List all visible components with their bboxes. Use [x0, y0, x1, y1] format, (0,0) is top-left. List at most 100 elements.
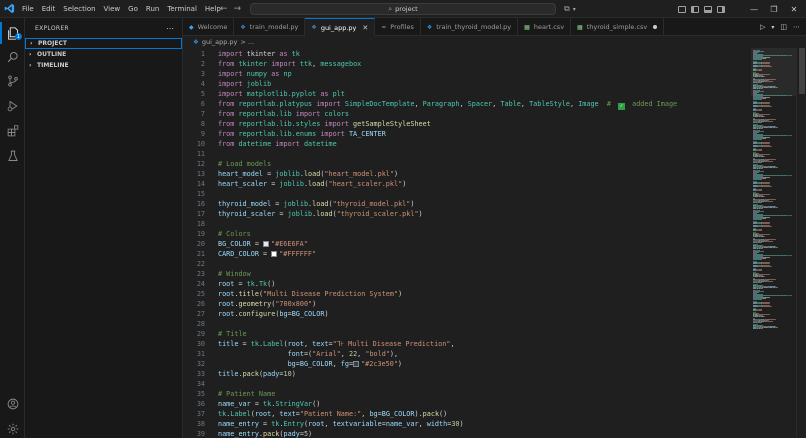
testing-icon[interactable]: [0, 145, 25, 167]
split-editor-icon[interactable]: ◫: [780, 23, 787, 31]
code-token: load: [312, 200, 329, 208]
run-debug-icon[interactable]: [0, 95, 25, 117]
more-actions-icon[interactable]: ⋯: [166, 24, 174, 33]
minimap-segment: [769, 223, 770, 224]
minimap-segment: [764, 186, 771, 187]
tab-train-thyroid-model-py[interactable]: ❖ train_thyroid_model.py: [421, 18, 519, 36]
tab-thyroid-simple-csv[interactable]: ▦ thyroid_simple.csv: [571, 18, 665, 36]
code-token: load: [316, 210, 333, 218]
editor-scrollbar[interactable]: [796, 48, 806, 438]
line-number: 4: [200, 80, 205, 88]
minimap-segment: [775, 119, 776, 120]
more-actions-icon[interactable]: ⋯: [793, 23, 800, 31]
close-icon[interactable]: ✕: [362, 24, 368, 32]
tab-profiles[interactable]: ≈ Profiles: [375, 18, 421, 36]
minimap[interactable]: [751, 48, 796, 438]
color-swatch[interactable]: [263, 241, 270, 247]
line-source: from tkinter import ttk, messagebox: [218, 59, 361, 69]
color-swatch[interactable]: [271, 251, 278, 257]
code-line: 28: [183, 319, 751, 329]
code-line: 31 font=("Arial", 22, "bold"),: [183, 349, 751, 359]
account-icon[interactable]: [0, 393, 25, 415]
minimap-segment: [758, 252, 759, 253]
tab-label: thyroid_simple.csv: [586, 23, 648, 31]
menu-item-go[interactable]: Go: [124, 0, 142, 18]
tab-gui-app-py[interactable]: ❖ gui_app.py ✕: [305, 18, 376, 36]
minimap-segment: [762, 288, 763, 289]
minimize-icon[interactable]: —: [744, 5, 764, 14]
line-source: root = tk.Tk(): [218, 279, 275, 289]
tab-welcome[interactable]: ◆ Welcome: [183, 18, 235, 36]
settings-gear-icon[interactable]: [0, 418, 25, 438]
csv-icon: ▦: [524, 23, 530, 31]
customize-layout-icon[interactable]: [678, 5, 686, 13]
minimap-segment: [763, 298, 766, 299]
unsaved-dot-icon[interactable]: [653, 25, 658, 29]
section-label: TIMELINE: [37, 62, 69, 69]
breadcrumb-rest[interactable]: > ...: [240, 38, 254, 46]
toggle-secondary-sidebar-icon[interactable]: [717, 5, 725, 13]
menu-item-selection[interactable]: Selection: [59, 0, 99, 18]
color-swatch[interactable]: [353, 361, 360, 367]
menu-item-file[interactable]: File: [18, 0, 38, 18]
menu-item-view[interactable]: View: [100, 0, 125, 18]
code-line: 39 name_entry.pack(pady=5): [183, 429, 751, 438]
close-window-icon[interactable]: ✕: [784, 5, 804, 14]
tab-heart-csv[interactable]: ▦ heart.csv: [518, 18, 572, 36]
minimap-segment: [764, 236, 765, 237]
python-icon: ❖: [240, 23, 246, 31]
line-source: # Window: [218, 269, 251, 279]
minimap-segment: [763, 258, 766, 259]
toggle-panel-icon[interactable]: [704, 5, 712, 13]
profiles-icon: ≈: [381, 23, 387, 31]
line-number: 35: [196, 390, 205, 398]
tab-train-model-py[interactable]: ❖ train_model.py: [234, 18, 306, 36]
section-outline[interactable]: › OUTLINE: [25, 49, 182, 60]
line-number: 15: [196, 190, 205, 198]
source-control-icon[interactable]: [0, 70, 25, 92]
minimap-segment: [758, 92, 759, 93]
minimap-segment: [775, 79, 776, 80]
explorer-icon[interactable]: 1: [0, 22, 25, 44]
minimap-segment: [759, 190, 762, 191]
forward-arrow-icon[interactable]: →: [234, 4, 242, 14]
menu-item-terminal[interactable]: Terminal: [163, 0, 201, 18]
minimap-segment: [769, 194, 770, 195]
code-editor[interactable]: 1 import tkinter as tk 2 from tkinter impor…: [183, 48, 751, 438]
scrollbar-thumb[interactable]: [799, 48, 805, 94]
code-token: 30: [451, 420, 460, 428]
search-view-icon[interactable]: [0, 46, 25, 68]
minimap-segment: [764, 146, 771, 147]
run-file-icon[interactable]: ▷: [760, 23, 765, 31]
code-token: BG_COLOR: [291, 310, 325, 318]
extensions-icon[interactable]: [0, 120, 25, 142]
toggle-primary-sidebar-icon[interactable]: [691, 5, 699, 13]
chevron-right-icon: ›: [29, 51, 32, 58]
chevron-down-icon[interactable]: ▾: [771, 24, 774, 31]
code-token: =: [263, 170, 276, 178]
menu-item-run[interactable]: Run: [142, 0, 163, 18]
line-number: 20: [196, 240, 205, 248]
menu-item-edit[interactable]: Edit: [38, 0, 60, 18]
code-token: 22: [348, 350, 358, 358]
code-token: pack: [422, 410, 440, 418]
code-token: ,: [303, 340, 313, 348]
section-project[interactable]: › PROJECT: [25, 38, 182, 49]
restore-icon[interactable]: ❐: [764, 5, 784, 14]
code-token: ): [324, 310, 329, 318]
section-timeline[interactable]: › TIMELINE: [25, 60, 182, 71]
copilot-icon[interactable]: ⧉: [564, 4, 570, 14]
line-source: font=("Arial", 22, "bold"),: [218, 349, 399, 359]
minimap-segment: [771, 266, 772, 267]
command-center-search[interactable]: ⌕ project: [250, 3, 556, 15]
minimap-segment: [762, 88, 763, 89]
chevron-down-icon[interactable]: ▾: [573, 6, 576, 13]
line-source: # Patient Name: [218, 389, 275, 399]
back-arrow-icon[interactable]: ←: [220, 4, 228, 14]
code-token: joblib: [275, 170, 300, 178]
code-token: name_var: [218, 400, 251, 408]
breadcrumb-file[interactable]: gui_app.py: [202, 38, 238, 46]
minimap-segment: [772, 241, 773, 242]
